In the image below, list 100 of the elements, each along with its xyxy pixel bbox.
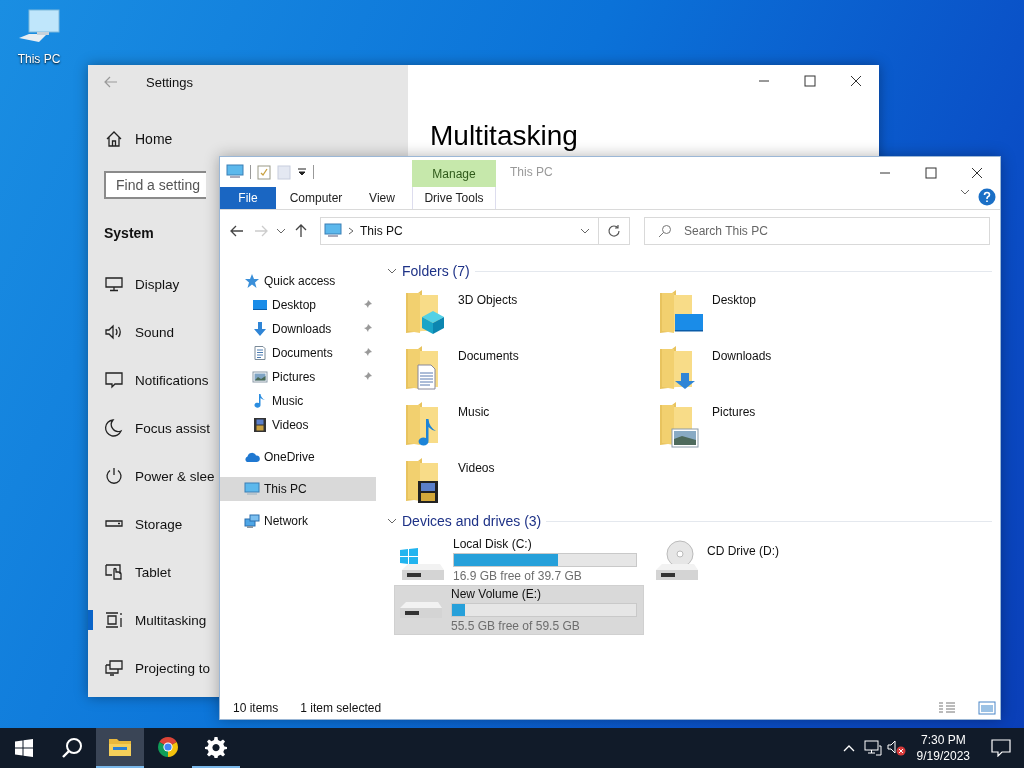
sidebar-item[interactable]: Focus assist	[88, 404, 211, 452]
nav-icon	[104, 658, 124, 678]
free-space-text: 16.9 GB free of 39.7 GB	[453, 569, 583, 583]
search-icon	[658, 224, 672, 238]
ribbon-tab[interactable]: View	[356, 187, 408, 209]
network-icon	[244, 513, 260, 529]
sidebar-item[interactable]: Multitasking	[88, 596, 207, 644]
navigation-item[interactable]: Videos	[220, 413, 376, 437]
film-icon	[252, 417, 268, 433]
settings-icon	[205, 736, 227, 758]
folder-name[interactable]: Downloads	[712, 349, 772, 363]
drive-tile[interactable]: New Volume (E:) 55.5 GB free of 59.5 GB	[394, 585, 644, 635]
ribbon-tab[interactable]: Drive Tools	[412, 187, 496, 209]
search-field[interactable]: Find a setting	[104, 171, 206, 199]
monitor-icon	[252, 297, 268, 313]
navigation-item[interactable]: Pictures	[220, 365, 376, 389]
navigation-item[interactable]: Downloads	[220, 317, 376, 341]
star-icon	[244, 273, 260, 289]
recent-locations-icon	[276, 226, 286, 236]
properties-icon	[257, 164, 271, 180]
chevron-up-icon	[842, 744, 855, 752]
nav-icon	[104, 274, 124, 294]
maximize-icon	[804, 75, 816, 87]
folder-icon	[108, 736, 132, 758]
dropdown-icon	[297, 167, 307, 177]
drive-tile[interactable]: Local Disk (C:) 16.9 GB free of 39.7 GB	[394, 535, 644, 585]
navigation-item[interactable]: Quick access	[220, 269, 376, 293]
chevron-right-icon	[348, 227, 354, 235]
help-icon	[978, 187, 996, 206]
sidebar-item[interactable]: Storage	[88, 500, 183, 548]
nav-icon	[104, 418, 124, 438]
free-space-text: 55.5 GB free of 59.5 GB	[451, 619, 581, 633]
refresh-button[interactable]	[599, 217, 630, 245]
home-icon	[104, 129, 124, 149]
section-title: System	[104, 225, 154, 243]
details-view-icon	[938, 701, 956, 715]
folder-name[interactable]: Music	[458, 405, 490, 419]
search-icon	[61, 737, 83, 759]
folder-name[interactable]: Documents	[458, 349, 519, 363]
sidebar-item[interactable]: Sound	[88, 308, 175, 356]
drive-name: Local Disk (C:)	[453, 537, 533, 551]
sidebar-item[interactable]: Projecting to	[88, 644, 211, 692]
muted-speaker-icon	[886, 740, 907, 756]
chevron-down-icon	[580, 226, 590, 236]
navigation-item[interactable]: Music	[220, 389, 376, 413]
window-title: Settings	[146, 74, 193, 90]
expand-ribbon-icon	[960, 187, 970, 197]
refresh-icon	[607, 224, 621, 238]
taskbar-app[interactable]	[96, 728, 144, 768]
home-link[interactable]: Home	[88, 121, 173, 157]
sidebar-item[interactable]: Display	[88, 260, 180, 308]
drive-name: New Volume (E:)	[451, 587, 543, 601]
nav-icon	[104, 610, 124, 630]
close-icon	[971, 167, 983, 179]
item-count: 10 items	[233, 701, 279, 715]
network-icon	[863, 740, 882, 756]
monitor-icon	[324, 223, 342, 239]
folder-name[interactable]: Videos	[458, 461, 495, 475]
folder-name[interactable]: Desktop	[712, 293, 757, 307]
nav-icon	[104, 562, 124, 582]
desktop-icon-label[interactable]: This PC	[17, 52, 61, 66]
ribbon-tab[interactable]: Computer	[276, 187, 356, 209]
group-header[interactable]: Devices and drives (3)	[402, 513, 542, 529]
folder-name[interactable]: Pictures	[712, 405, 756, 419]
address-bar[interactable]: This PC	[320, 217, 599, 245]
drive-tile[interactable]: CD Drive (D:)	[648, 535, 898, 585]
cd-drive-icon	[653, 540, 699, 580]
nav-icon	[104, 466, 124, 486]
tiles-view-icon	[978, 701, 996, 715]
back-arrow-icon	[230, 225, 244, 237]
sidebar-item[interactable]: Tablet	[88, 548, 172, 596]
navigation-item[interactable]: OneDrive	[220, 445, 376, 469]
context-tab-header: Manage	[412, 160, 496, 187]
document-icon	[252, 345, 268, 361]
sidebar-item[interactable]: Notifications	[88, 356, 209, 404]
sidebar-item[interactable]: Power & slee	[88, 452, 215, 500]
up-arrow-icon	[295, 224, 307, 238]
navigation-item[interactable]: This PC	[220, 477, 376, 501]
page-heading: Multitasking	[430, 121, 578, 151]
nav-icon	[104, 322, 124, 342]
nav-icon	[104, 370, 124, 390]
navigation-item[interactable]: Network	[220, 509, 376, 533]
monitor-icon	[226, 164, 244, 180]
window-title: This PC	[510, 165, 553, 179]
group-header[interactable]: Folders (7)	[402, 263, 470, 279]
navigation-item[interactable]: Desktop	[220, 293, 376, 317]
clock[interactable]: 7:30 PM 9/19/2023	[908, 728, 978, 768]
browser-icon	[156, 735, 180, 759]
ribbon-tab[interactable]: File	[220, 187, 276, 209]
navigation-item[interactable]: Documents	[220, 341, 376, 365]
drive-name: CD Drive (D:)	[707, 544, 780, 558]
back-arrow-icon	[104, 76, 118, 88]
new-folder-icon	[277, 164, 291, 180]
windows-logo-icon	[15, 739, 33, 757]
monitor-icon	[244, 481, 260, 497]
close-icon	[850, 75, 862, 87]
forward-arrow-icon	[254, 225, 268, 237]
folder-name[interactable]: 3D Objects	[458, 293, 518, 307]
picture-icon	[252, 369, 268, 385]
message-icon	[991, 739, 1011, 757]
